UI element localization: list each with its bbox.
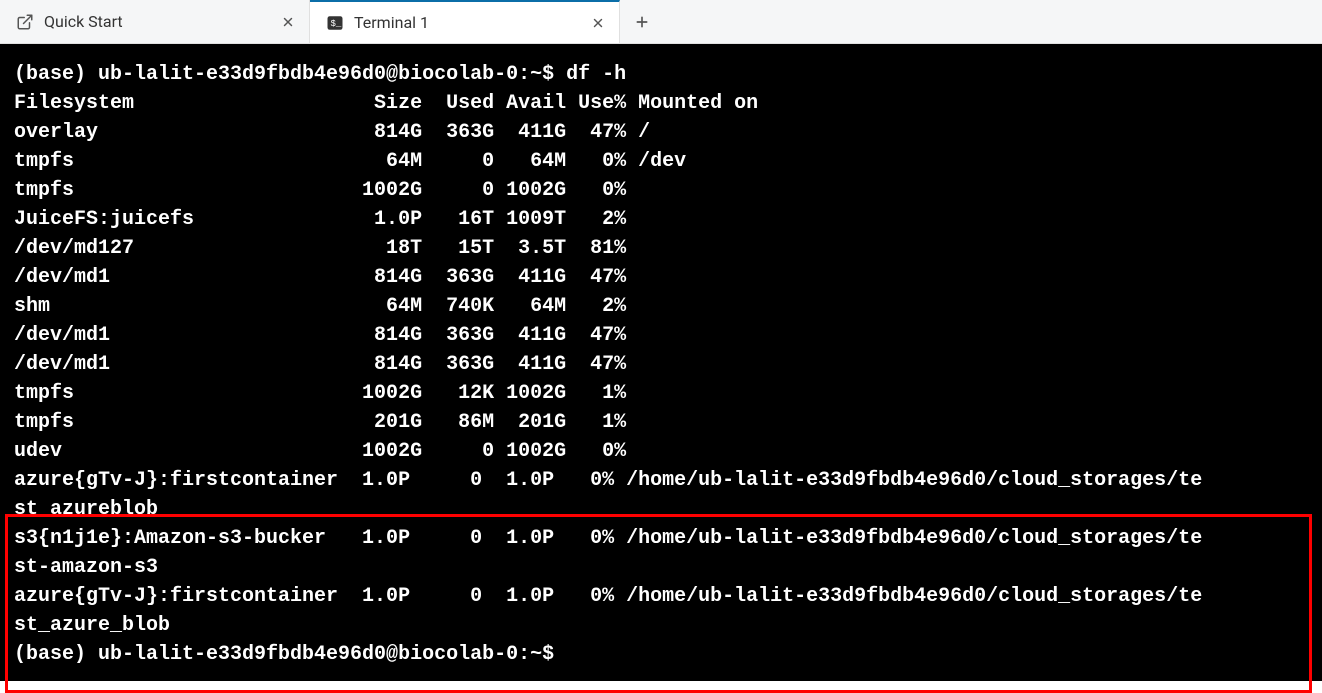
close-icon[interactable] (589, 14, 607, 32)
terminal-icon: $_ (326, 14, 344, 32)
tab-label: Terminal 1 (354, 13, 579, 32)
tab-label: Quick Start (44, 12, 269, 31)
tab-terminal-1[interactable]: $_ Terminal 1 (310, 0, 620, 43)
terminal-output[interactable]: (base) ub-lalit-e33d9fbdb4e96d0@biocolab… (0, 44, 1322, 681)
svg-text:$_: $_ (331, 19, 342, 29)
close-icon[interactable] (279, 13, 297, 31)
annotation-highlight-box (5, 514, 1312, 693)
new-tab-button[interactable] (620, 0, 664, 43)
tab-quick-start[interactable]: Quick Start (0, 0, 310, 43)
tab-bar: Quick Start $_ Terminal 1 (0, 0, 1322, 44)
external-link-icon (16, 13, 34, 31)
